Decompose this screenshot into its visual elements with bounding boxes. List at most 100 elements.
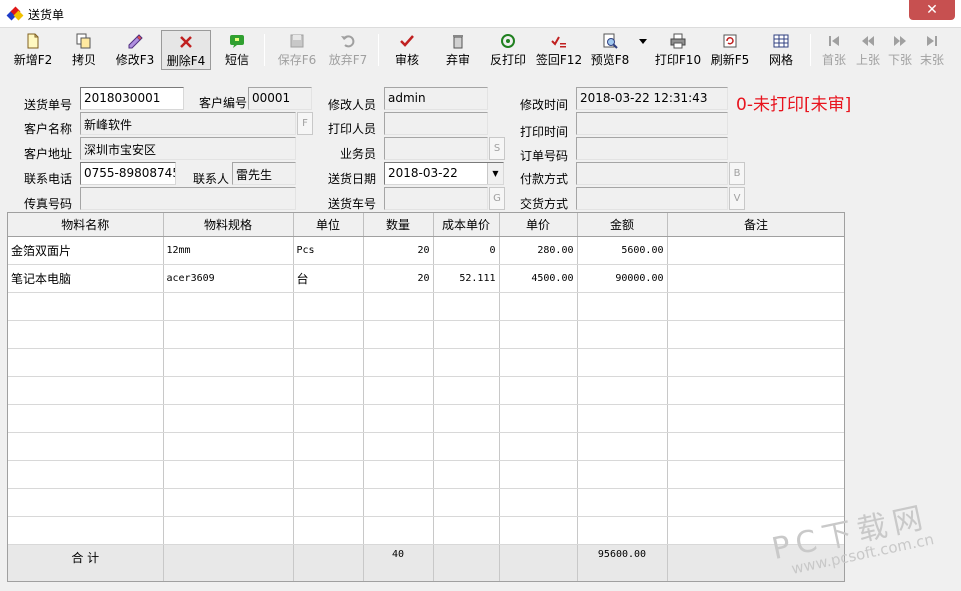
cell-amount[interactable]: 5600.00 <box>577 236 668 265</box>
cell-spec[interactable]: 12mm <box>163 236 294 265</box>
print-time-field[interactable] <box>576 112 728 135</box>
preview-dropdown[interactable] <box>636 30 650 70</box>
customer-name-field[interactable]: 新峰软件 <box>80 112 296 135</box>
empty-row[interactable] <box>8 488 844 517</box>
toolbar: 新增F2 拷贝 修改F3 删除F4 短信 保存F6 放弃F7 审核 弃审 反打印… <box>0 28 961 72</box>
salesman-lookup-button[interactable]: S <box>489 137 505 160</box>
cell-price[interactable]: 280.00 <box>499 236 578 265</box>
cell-name[interactable]: 金箔双面片 <box>8 236 164 265</box>
delete-button[interactable]: 删除F4 <box>161 30 211 70</box>
grid-icon <box>773 33 789 49</box>
vehicle-field[interactable] <box>384 187 488 210</box>
cell-remark[interactable] <box>667 236 844 265</box>
print-button[interactable]: 打印F10 <box>654 30 702 70</box>
prev-record-button[interactable]: 上张 <box>852 30 884 70</box>
empty-row[interactable] <box>8 292 844 321</box>
payment-field[interactable] <box>576 162 728 185</box>
empty-row[interactable] <box>8 460 844 489</box>
total-amount: 95600.00 <box>577 544 668 581</box>
payment-label: 付款方式 <box>520 172 569 186</box>
refresh-button[interactable]: 刷新F5 <box>708 30 752 70</box>
empty-row[interactable] <box>8 404 844 433</box>
sms-icon <box>229 33 245 49</box>
delivery-date-field[interactable]: 2018-03-22 ▼ <box>384 162 504 185</box>
first-record-button[interactable]: 首张 <box>818 30 850 70</box>
vehicle-label: 送货车号 <box>328 197 377 211</box>
table-row[interactable]: 金箔双面片 12mm Pcs 20 0 280.00 5600.00 <box>8 236 844 265</box>
empty-row[interactable] <box>8 516 844 545</box>
cell-name[interactable]: 笔记本电脑 <box>8 264 164 293</box>
col-header-unit[interactable]: 单位 <box>293 213 364 237</box>
delivery-method-field[interactable] <box>576 187 728 210</box>
items-grid[interactable]: 物料名称 物料规格 单位 数量 成本单价 单价 金额 备注 金箔双面片 12mm… <box>7 212 845 582</box>
cell-unit[interactable]: Pcs <box>293 236 364 265</box>
grid-button[interactable]: 网格 <box>763 30 799 70</box>
cell-cost[interactable]: 52.111 <box>433 264 500 293</box>
unaudit-button[interactable]: 弃审 <box>440 30 476 70</box>
fax-label: 传真号码 <box>24 197 73 211</box>
vehicle-lookup-button[interactable]: G <box>489 187 505 210</box>
total-row: 合 计 40 95600.00 <box>8 544 844 581</box>
new-button[interactable]: 新增F2 <box>10 30 56 70</box>
table-row[interactable]: 笔记本电脑 acer3609 台 20 52.111 4500.00 90000… <box>8 264 844 293</box>
dropdown-arrow-icon <box>638 33 648 49</box>
close-button[interactable]: ✕ <box>909 0 955 20</box>
payment-lookup-button[interactable]: B <box>729 162 745 185</box>
customer-lookup-button[interactable]: F <box>297 112 313 135</box>
customer-no-field[interactable]: 00001 <box>248 87 312 110</box>
discard-button[interactable]: 放弃F7 <box>325 30 371 70</box>
col-header-spec[interactable]: 物料规格 <box>163 213 294 237</box>
audit-button[interactable]: 审核 <box>389 30 425 70</box>
unprint-button[interactable]: 反打印 <box>486 30 530 70</box>
chevron-down-icon[interactable]: ▼ <box>487 163 503 184</box>
save-button[interactable]: 保存F6 <box>274 30 320 70</box>
cell-qty[interactable]: 20 <box>363 236 434 265</box>
delivery-method-lookup-button[interactable]: V <box>729 187 745 210</box>
last-record-button[interactable]: 末张 <box>916 30 948 70</box>
delivery-no-label: 送货单号 <box>24 98 73 112</box>
edit-button[interactable]: 修改F3 <box>112 30 158 70</box>
contact-field[interactable]: 雷先生 <box>232 162 296 185</box>
delivery-date-value: 2018-03-22 <box>388 166 458 180</box>
copy-button[interactable]: 拷贝 <box>62 30 106 70</box>
delivery-no-field[interactable]: 2018030001 <box>80 87 184 110</box>
cell-unit[interactable]: 台 <box>293 264 364 293</box>
col-header-cost[interactable]: 成本单价 <box>433 213 500 237</box>
printer-icon <box>670 33 686 49</box>
app-icon <box>6 6 24 22</box>
next-record-button[interactable]: 下张 <box>884 30 916 70</box>
delivery-date-label: 送货日期 <box>328 172 377 186</box>
cell-qty[interactable]: 20 <box>363 264 434 293</box>
order-no-field[interactable] <box>576 137 728 160</box>
preview-icon <box>602 33 618 49</box>
salesman-field[interactable] <box>384 137 488 160</box>
fax-field[interactable] <box>80 187 296 210</box>
customer-addr-field[interactable]: 深圳市宝安区 <box>80 137 296 160</box>
empty-row[interactable] <box>8 348 844 377</box>
cell-price[interactable]: 4500.00 <box>499 264 578 293</box>
empty-row[interactable] <box>8 432 844 461</box>
empty-row[interactable] <box>8 320 844 349</box>
col-header-remark[interactable]: 备注 <box>667 213 844 237</box>
preview-button[interactable]: 预览F8 <box>588 30 632 70</box>
col-header-amount[interactable]: 金额 <box>577 213 668 237</box>
sms-button[interactable]: 短信 <box>218 30 256 70</box>
toolbar-separator <box>264 34 265 66</box>
save-disk-icon <box>289 33 305 49</box>
checkmark-icon <box>399 33 415 49</box>
empty-row[interactable] <box>8 376 844 405</box>
col-header-name[interactable]: 物料名称 <box>8 213 164 237</box>
col-header-qty[interactable]: 数量 <box>363 213 434 237</box>
cell-remark[interactable] <box>667 264 844 293</box>
signback-button[interactable]: 签回F12 <box>535 30 583 70</box>
modify-time-label: 修改时间 <box>520 98 569 112</box>
phone-field[interactable]: 0755-89808745 <box>80 162 176 185</box>
cell-spec[interactable]: acer3609 <box>163 264 294 293</box>
total-qty: 40 <box>363 544 434 581</box>
modify-time-field[interactable]: 2018-03-22 12:31:43 <box>576 87 728 110</box>
col-header-price[interactable]: 单价 <box>499 213 578 237</box>
cell-cost[interactable]: 0 <box>433 236 500 265</box>
cell-amount[interactable]: 90000.00 <box>577 264 668 293</box>
printer-field[interactable] <box>384 112 488 135</box>
modifier-field[interactable]: admin <box>384 87 488 110</box>
